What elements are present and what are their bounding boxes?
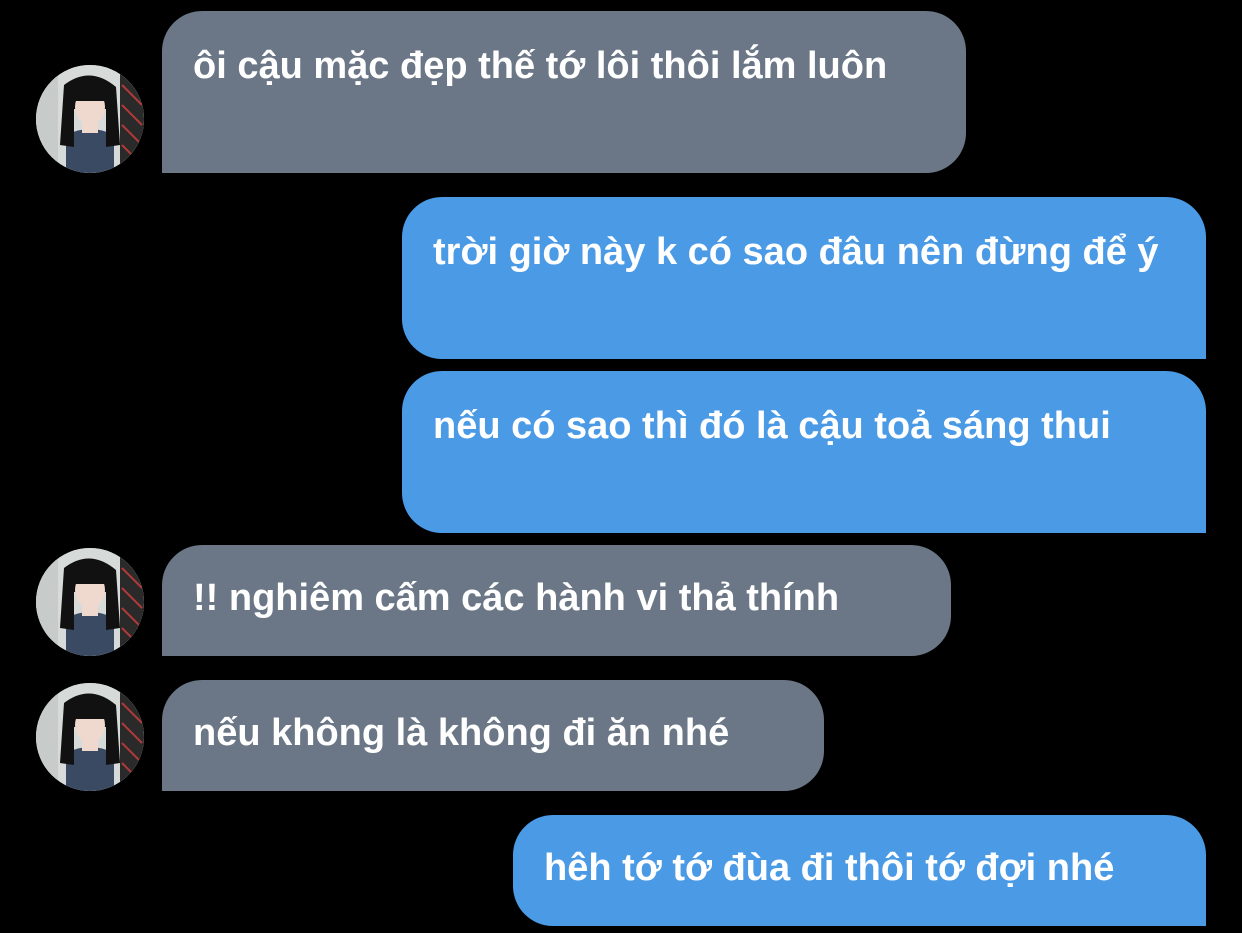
message-bubble-incoming[interactable]: nếu không là không đi ăn nhé	[162, 680, 824, 791]
message-bubble-outgoing[interactable]: nếu có sao thì đó là cậu toả sáng thui	[402, 371, 1206, 533]
avatar-icon	[36, 65, 144, 173]
message-bubble-outgoing[interactable]: hêh tớ tớ đùa đi thôi tớ đợi nhé	[513, 815, 1206, 926]
message-bubble-incoming[interactable]: ôi cậu mặc đẹp thế tớ lôi thôi lắm luôn	[162, 11, 966, 173]
contact-avatar[interactable]	[36, 683, 144, 791]
contact-avatar[interactable]	[36, 548, 144, 656]
message-bubble-outgoing[interactable]: trời giờ này k có sao đâu nên đừng để ý	[402, 197, 1206, 359]
avatar-icon	[36, 683, 144, 791]
avatar-icon	[36, 548, 144, 656]
message-bubble-incoming[interactable]: !! nghiêm cấm các hành vi thả thính	[162, 545, 951, 656]
contact-avatar[interactable]	[36, 65, 144, 173]
